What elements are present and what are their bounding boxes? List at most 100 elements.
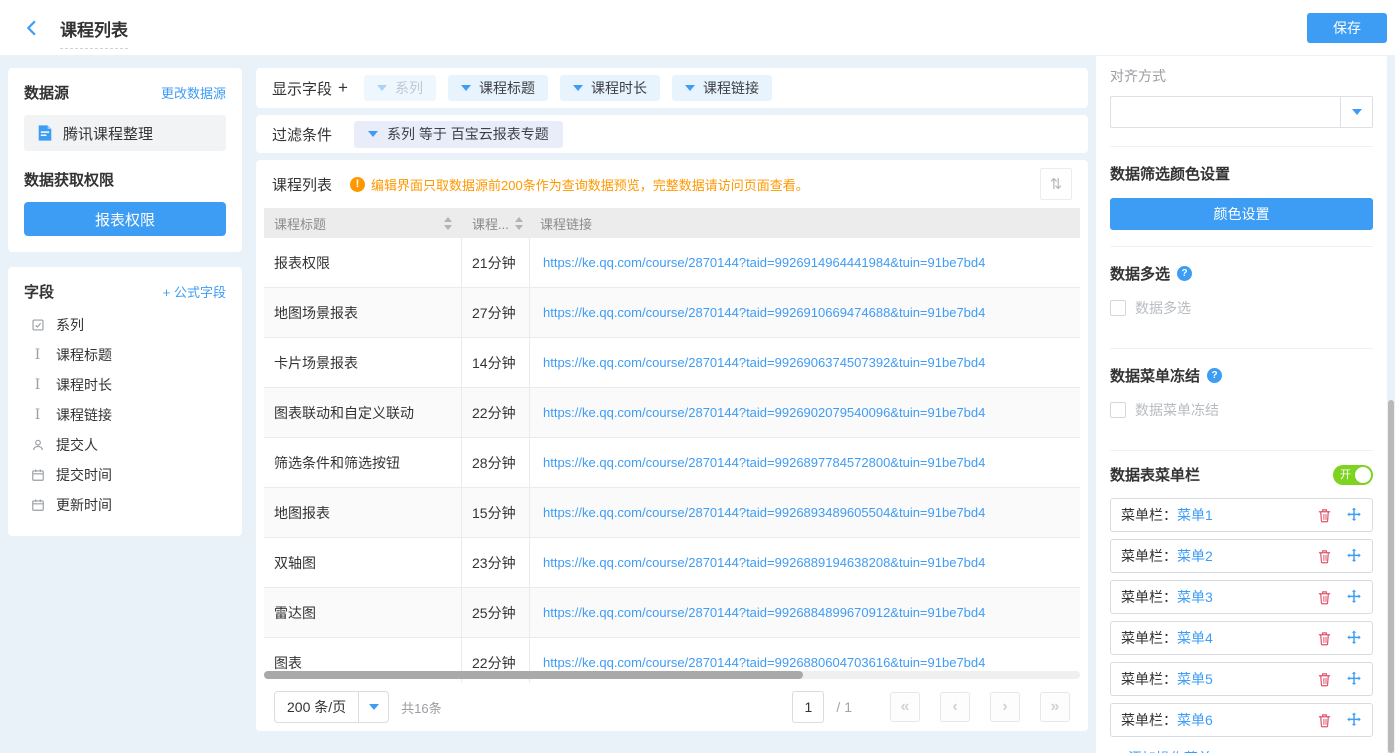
move-icon[interactable] (1346, 507, 1362, 523)
settings-sidebar: 对齐方式 数据筛选颜色设置 颜色设置 数据多选 ? 数据多选 数据菜单冻结 ? … (1096, 56, 1387, 753)
data-table: 课程标题 课程... 课程链接 报表权限 21分钟 https://ke.qq.… (264, 208, 1080, 683)
menu-item-5: 菜单栏：菜单5 (1110, 662, 1373, 696)
move-icon[interactable] (1346, 630, 1362, 646)
cell-course-duration: 14分钟 (462, 338, 530, 387)
next-page-button[interactable]: › (990, 692, 1020, 722)
person-icon (30, 438, 45, 453)
delete-icon[interactable] (1316, 712, 1332, 728)
course-link[interactable]: https://ke.qq.com/course/2870144?taid=99… (543, 255, 985, 270)
fields-panel: 字段 + 公式字段 系列 I 课程标题 I 课程时长 I 课程链接 (8, 267, 242, 536)
move-icon[interactable] (1346, 671, 1362, 687)
menu-item-list: 菜单栏：菜单1 菜单栏：菜单2 菜单栏：菜单3 菜单栏：菜单4 菜单栏： (1110, 498, 1373, 737)
menu-item-2: 菜单栏：菜单2 (1110, 539, 1373, 573)
menu-item-1: 菜单栏：菜单1 (1110, 498, 1373, 532)
menu-item-name[interactable]: 菜单4 (1177, 628, 1213, 648)
course-link[interactable]: https://ke.qq.com/course/2870144?taid=99… (543, 305, 985, 320)
menu-bar-toggle-on[interactable]: 开 (1333, 465, 1373, 485)
field-item-course-duration[interactable]: I 课程时长 (24, 370, 226, 400)
last-page-button[interactable]: » (1040, 692, 1070, 722)
field-item-update-time[interactable]: 更新时间 (24, 490, 226, 520)
field-item-submit-time[interactable]: 提交时间 (24, 460, 226, 490)
help-icon[interactable]: ? (1207, 368, 1222, 383)
checkbox-unchecked-icon[interactable] (1110, 300, 1126, 316)
move-icon[interactable] (1346, 548, 1362, 564)
table-row: 筛选条件和筛选按钮 28分钟 https://ke.qq.com/course/… (264, 438, 1080, 488)
sort-arrows-icon[interactable] (444, 217, 452, 230)
display-field-tag-series[interactable]: 系列 (364, 75, 436, 101)
sort-order-button[interactable]: ⇅ (1040, 168, 1072, 200)
column-header-course-duration[interactable]: 课程... (462, 208, 530, 238)
filter-bar: 过滤条件 系列 等于 百宝云报表专题 (256, 115, 1088, 153)
datasource-item[interactable]: 腾讯课程整理 (24, 115, 226, 151)
add-action-menu-link[interactable]: + 添加操作菜单 (1110, 744, 1373, 753)
plus-icon: + (163, 285, 171, 300)
filter-color-title: 数据筛选颜色设置 (1110, 163, 1373, 184)
menu-item-name[interactable]: 菜单1 (1177, 505, 1213, 525)
column-label: 课程标题 (274, 214, 326, 233)
color-settings-button[interactable]: 颜色设置 (1110, 198, 1373, 230)
menu-item-name[interactable]: 菜单5 (1177, 669, 1213, 689)
warning-icon: ! (350, 177, 365, 192)
course-link[interactable]: https://ke.qq.com/course/2870144?taid=99… (543, 455, 985, 470)
move-icon[interactable] (1346, 712, 1362, 728)
cell-course-duration: 15分钟 (462, 488, 530, 537)
field-label: 课程时长 (56, 375, 112, 395)
menu-item-name[interactable]: 菜单2 (1177, 546, 1213, 566)
formula-field-label: 公式字段 (174, 285, 226, 300)
move-icon[interactable] (1346, 589, 1362, 605)
align-select[interactable] (1110, 96, 1373, 128)
delete-icon[interactable] (1316, 548, 1332, 564)
field-item-course-link[interactable]: I 课程链接 (24, 400, 226, 430)
field-item-course-title[interactable]: I 课程标题 (24, 340, 226, 370)
delete-icon[interactable] (1316, 630, 1332, 646)
course-link[interactable]: https://ke.qq.com/course/2870144?taid=99… (543, 655, 985, 670)
field-item-submitter[interactable]: 提交人 (24, 430, 226, 460)
field-item-series[interactable]: 系列 (24, 310, 226, 340)
table-titlebar: 课程列表 ! 编辑界面只取数据源前200条作为查询数据预览，完整数据请访问页面查… (256, 160, 1088, 208)
menu-freeze-checkbox-row[interactable]: 数据菜单冻结 (1110, 400, 1373, 420)
course-link[interactable]: https://ke.qq.com/course/2870144?taid=99… (543, 355, 985, 370)
display-field-tag-course-duration[interactable]: 课程时长 (560, 75, 660, 101)
course-link[interactable]: https://ke.qq.com/course/2870144?taid=99… (543, 405, 985, 420)
course-link[interactable]: https://ke.qq.com/course/2870144?taid=99… (543, 505, 985, 520)
change-datasource-link[interactable]: 更改数据源 (161, 83, 226, 102)
display-field-tag-course-link[interactable]: 课程链接 (672, 75, 772, 101)
page-title: 课程列表 (60, 16, 128, 49)
sort-arrows-icon[interactable] (515, 217, 523, 230)
display-field-tag-course-title[interactable]: 课程标题 (448, 75, 548, 101)
column-header-course-link[interactable]: 课程链接 (530, 208, 1080, 238)
table-row: 报表权限 21分钟 https://ke.qq.com/course/28701… (264, 238, 1080, 288)
caret-down-icon (1340, 97, 1372, 127)
column-header-course-title[interactable]: 课程标题 (264, 208, 462, 238)
filter-color-section: 数据筛选颜色设置 颜色设置 (1110, 147, 1373, 247)
delete-icon[interactable] (1316, 507, 1332, 523)
filter-condition-tag[interactable]: 系列 等于 百宝云报表专题 (354, 121, 563, 148)
sort-updown-icon: ⇅ (1050, 175, 1063, 193)
table-body: 报表权限 21分钟 https://ke.qq.com/course/28701… (264, 238, 1080, 683)
help-icon[interactable]: ? (1177, 266, 1192, 281)
vertical-scrollbar[interactable] (1388, 400, 1394, 753)
multi-select-checkbox-row[interactable]: 数据多选 (1110, 298, 1373, 318)
save-button[interactable]: 保存 (1307, 13, 1387, 43)
display-fields-label: 显示字段 (272, 78, 332, 99)
menu-item-name[interactable]: 菜单3 (1177, 587, 1213, 607)
column-label: 课程... (472, 214, 509, 233)
add-display-field-button[interactable]: + (338, 78, 348, 98)
delete-icon[interactable] (1316, 589, 1332, 605)
first-page-button[interactable]: « (890, 692, 920, 722)
field-list: 系列 I 课程标题 I 课程时长 I 课程链接 提交人 (24, 310, 226, 520)
page-size-select[interactable]: 200 条/页 (274, 691, 389, 723)
back-button[interactable] (20, 16, 44, 40)
course-link[interactable]: https://ke.qq.com/course/2870144?taid=99… (543, 555, 985, 570)
add-action-menu-label: 添加操作菜单 (1128, 748, 1212, 753)
toggle-knob (1355, 467, 1371, 483)
checkbox-unchecked-icon[interactable] (1110, 402, 1126, 418)
delete-icon[interactable] (1316, 671, 1332, 687)
course-link[interactable]: https://ke.qq.com/course/2870144?taid=99… (543, 605, 985, 620)
formula-field-link[interactable]: + 公式字段 (163, 282, 226, 301)
horizontal-scrollbar[interactable] (264, 671, 803, 679)
report-permission-button[interactable]: 报表权限 (24, 202, 226, 236)
menu-item-name[interactable]: 菜单6 (1177, 710, 1213, 730)
page-number-input[interactable] (792, 691, 824, 723)
prev-page-button[interactable]: ‹ (940, 692, 970, 722)
